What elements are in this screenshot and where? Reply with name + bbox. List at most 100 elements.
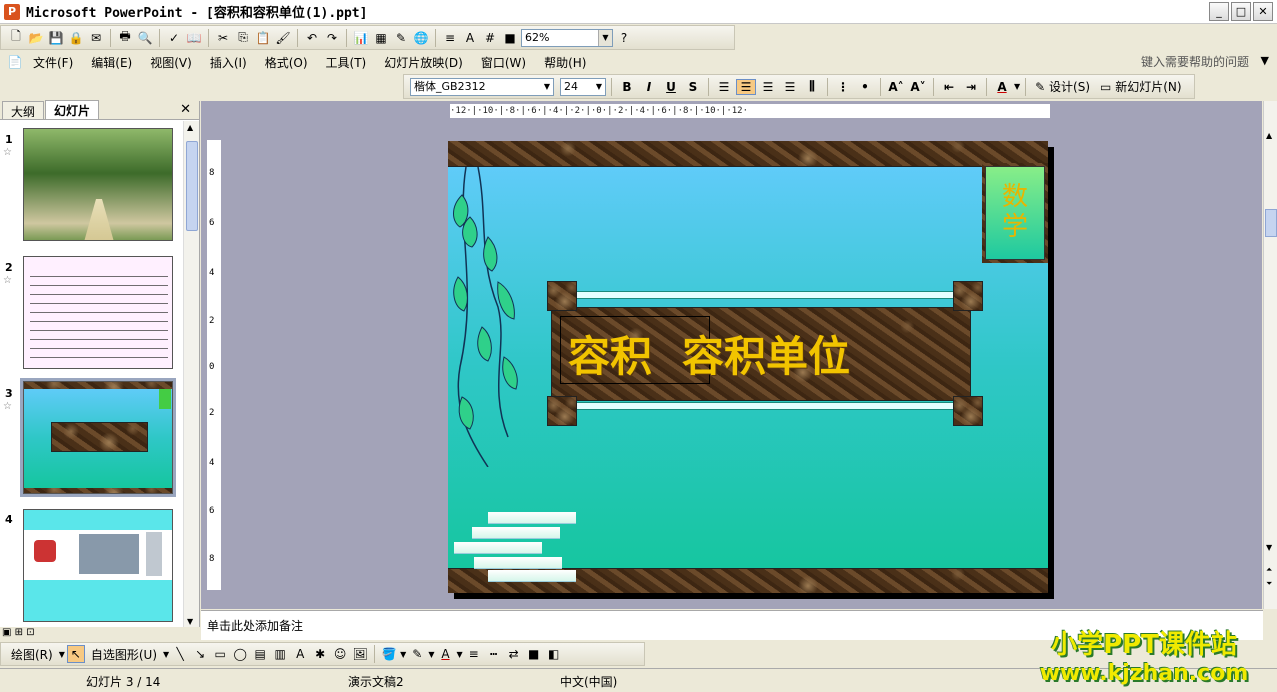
slide-thumbnail-4[interactable] xyxy=(23,509,173,622)
decrease-indent-icon[interactable]: ⇤ xyxy=(939,80,959,94)
current-slide[interactable]: 数 学 容积 容积单位 xyxy=(448,141,1048,593)
show-formatting-icon[interactable]: A xyxy=(461,29,479,47)
clipart-icon[interactable]: ☺ xyxy=(331,645,349,663)
color-grayscale-icon[interactable]: ■ xyxy=(501,29,519,47)
shadow-style-icon[interactable]: ■ xyxy=(525,645,543,663)
show-grid-icon[interactable]: # xyxy=(481,29,499,47)
underline-button[interactable]: U xyxy=(661,80,681,94)
cut-icon[interactable]: ✂ xyxy=(214,29,232,47)
select-arrow-icon[interactable]: ↖ xyxy=(66,645,85,663)
scroll-down-icon[interactable]: ▼ xyxy=(1266,543,1272,552)
tab-slides[interactable]: 幻灯片 xyxy=(45,100,100,119)
slide-thumbnail-2[interactable] xyxy=(23,256,173,369)
tables-borders-icon[interactable]: ✎ xyxy=(392,29,410,47)
scroll-thumb[interactable] xyxy=(186,141,198,231)
line-style-icon[interactable]: ≡ xyxy=(465,645,483,663)
diagram-icon[interactable]: ✱ xyxy=(311,645,329,663)
chevron-down-icon[interactable]: ▼ xyxy=(598,29,612,46)
draw-menu-button[interactable]: 绘图(R) xyxy=(7,646,57,663)
slide-thumbnail-3[interactable] xyxy=(20,378,176,497)
insert-chart-icon[interactable]: 📊 xyxy=(352,29,370,47)
slide-title[interactable]: 容积 容积单位 xyxy=(568,318,968,388)
design-button[interactable]: ✎ 设计(S) xyxy=(1031,78,1094,95)
normal-view-icon[interactable]: ▣ xyxy=(2,627,11,638)
menu-window[interactable]: 窗口(W) xyxy=(472,54,535,71)
close-button[interactable]: ✕ xyxy=(1253,2,1273,21)
paste-icon[interactable]: 📋 xyxy=(254,29,272,47)
slideshow-icon[interactable]: ⊡ xyxy=(26,627,34,638)
wordart-icon[interactable]: A xyxy=(291,645,309,663)
insert-table-icon[interactable]: ▦ xyxy=(372,29,390,47)
menu-edit[interactable]: 编辑(E) xyxy=(82,54,141,71)
help-search-input[interactable]: 键入需要帮助的问题 xyxy=(1141,53,1249,70)
font-size-select[interactable]: 24 ▼ xyxy=(560,77,606,96)
arrow-icon[interactable]: ↘ xyxy=(191,645,209,663)
chevron-down-icon[interactable]: ▼ xyxy=(541,79,553,95)
shadow-button[interactable]: S xyxy=(683,80,703,94)
slide-sorter-icon[interactable]: ⊞ xyxy=(15,627,23,638)
close-icon[interactable]: ✕ xyxy=(180,102,191,117)
bullets-icon[interactable]: • xyxy=(855,80,875,94)
print-preview-icon[interactable]: 🔍 xyxy=(136,29,154,47)
align-left-icon[interactable]: ☰ xyxy=(714,80,734,94)
expand-all-icon[interactable]: ≡ xyxy=(441,29,459,47)
chevron-down-icon[interactable]: ▼ xyxy=(163,650,169,659)
maximize-button[interactable]: □ xyxy=(1231,2,1251,21)
copy-icon[interactable]: ⎘ xyxy=(234,29,252,47)
new-icon[interactable]: 🗋 xyxy=(7,29,25,47)
thumbnail-scrollbar[interactable]: ▲ ▼ xyxy=(183,121,199,628)
chevron-down-icon[interactable]: ▼ xyxy=(428,650,434,659)
increase-indent-icon[interactable]: ⇥ xyxy=(961,80,981,94)
help-dropdown-icon[interactable]: ▼ xyxy=(1261,54,1269,67)
chevron-down-icon[interactable]: ▼ xyxy=(400,650,406,659)
font-select[interactable]: 楷体_GB2312 ▼ xyxy=(410,77,554,96)
picture-icon[interactable]: 🖼 xyxy=(351,645,369,663)
spelling-icon[interactable]: ✓ xyxy=(165,29,183,47)
email-icon[interactable]: ✉ xyxy=(87,29,105,47)
chevron-down-icon[interactable]: ▼ xyxy=(1014,82,1020,91)
minimize-button[interactable]: _ xyxy=(1209,2,1229,21)
scroll-up-icon[interactable]: ▲ xyxy=(187,123,193,132)
rectangle-icon[interactable]: ▭ xyxy=(211,645,229,663)
vertical-textbox-icon[interactable]: ▥ xyxy=(271,645,289,663)
scroll-up-icon[interactable]: ▲ xyxy=(1266,131,1272,140)
textbox-icon[interactable]: ▤ xyxy=(251,645,269,663)
bold-button[interactable]: B xyxy=(617,80,637,94)
tab-outline[interactable]: 大纲 xyxy=(2,101,45,119)
decrease-font-icon[interactable]: A˅ xyxy=(908,80,928,94)
save-icon[interactable]: 💾 xyxy=(47,29,65,47)
previous-slide-icon[interactable]: ⏶ xyxy=(1266,565,1272,575)
increase-font-icon[interactable]: A˄ xyxy=(886,80,906,94)
menu-file[interactable]: 文件(F) xyxy=(24,54,82,71)
italic-button[interactable]: I xyxy=(639,80,659,94)
arrow-style-icon[interactable]: ⇄ xyxy=(505,645,523,663)
permission-icon[interactable]: 🔒 xyxy=(67,29,85,47)
line-icon[interactable]: ╲ xyxy=(171,645,189,663)
print-icon[interactable]: 🖶 xyxy=(116,29,134,47)
fill-color-icon[interactable]: 🪣 xyxy=(380,645,398,663)
redo-icon[interactable]: ↷ xyxy=(323,29,341,47)
chevron-down-icon[interactable]: ▼ xyxy=(456,650,462,659)
autoshapes-button[interactable]: 自选图形(U) xyxy=(87,646,161,663)
line-color-icon[interactable]: ✎ xyxy=(408,645,426,663)
menu-help[interactable]: 帮助(H) xyxy=(535,54,595,71)
zoom-select[interactable]: 62% ▼ xyxy=(521,28,613,47)
menu-slideshow[interactable]: 幻灯片放映(D) xyxy=(375,54,472,71)
justify-icon[interactable]: ☰ xyxy=(780,80,800,94)
oval-icon[interactable]: ◯ xyxy=(231,645,249,663)
draw-font-color-icon[interactable]: A xyxy=(436,645,454,663)
slide-thumbnail-1[interactable] xyxy=(23,128,173,241)
chevron-down-icon[interactable]: ▼ xyxy=(59,650,65,659)
help-icon[interactable]: ? xyxy=(615,29,633,47)
format-painter-icon[interactable]: 🖌 xyxy=(274,29,292,47)
menu-format[interactable]: 格式(O) xyxy=(256,54,317,71)
new-slide-button[interactable]: ▭ 新幻灯片(N) xyxy=(1096,78,1186,95)
hyperlink-icon[interactable]: 🌐 xyxy=(412,29,430,47)
menu-insert[interactable]: 插入(I) xyxy=(201,54,256,71)
chevron-down-icon[interactable]: ▼ xyxy=(593,79,605,95)
powerpoint-app-icon[interactable]: P xyxy=(4,3,20,20)
menu-view[interactable]: 视图(V) xyxy=(141,54,201,71)
scroll-down-icon[interactable]: ▼ xyxy=(187,617,193,626)
align-right-icon[interactable]: ☰ xyxy=(758,80,778,94)
undo-icon[interactable]: ↶ xyxy=(303,29,321,47)
